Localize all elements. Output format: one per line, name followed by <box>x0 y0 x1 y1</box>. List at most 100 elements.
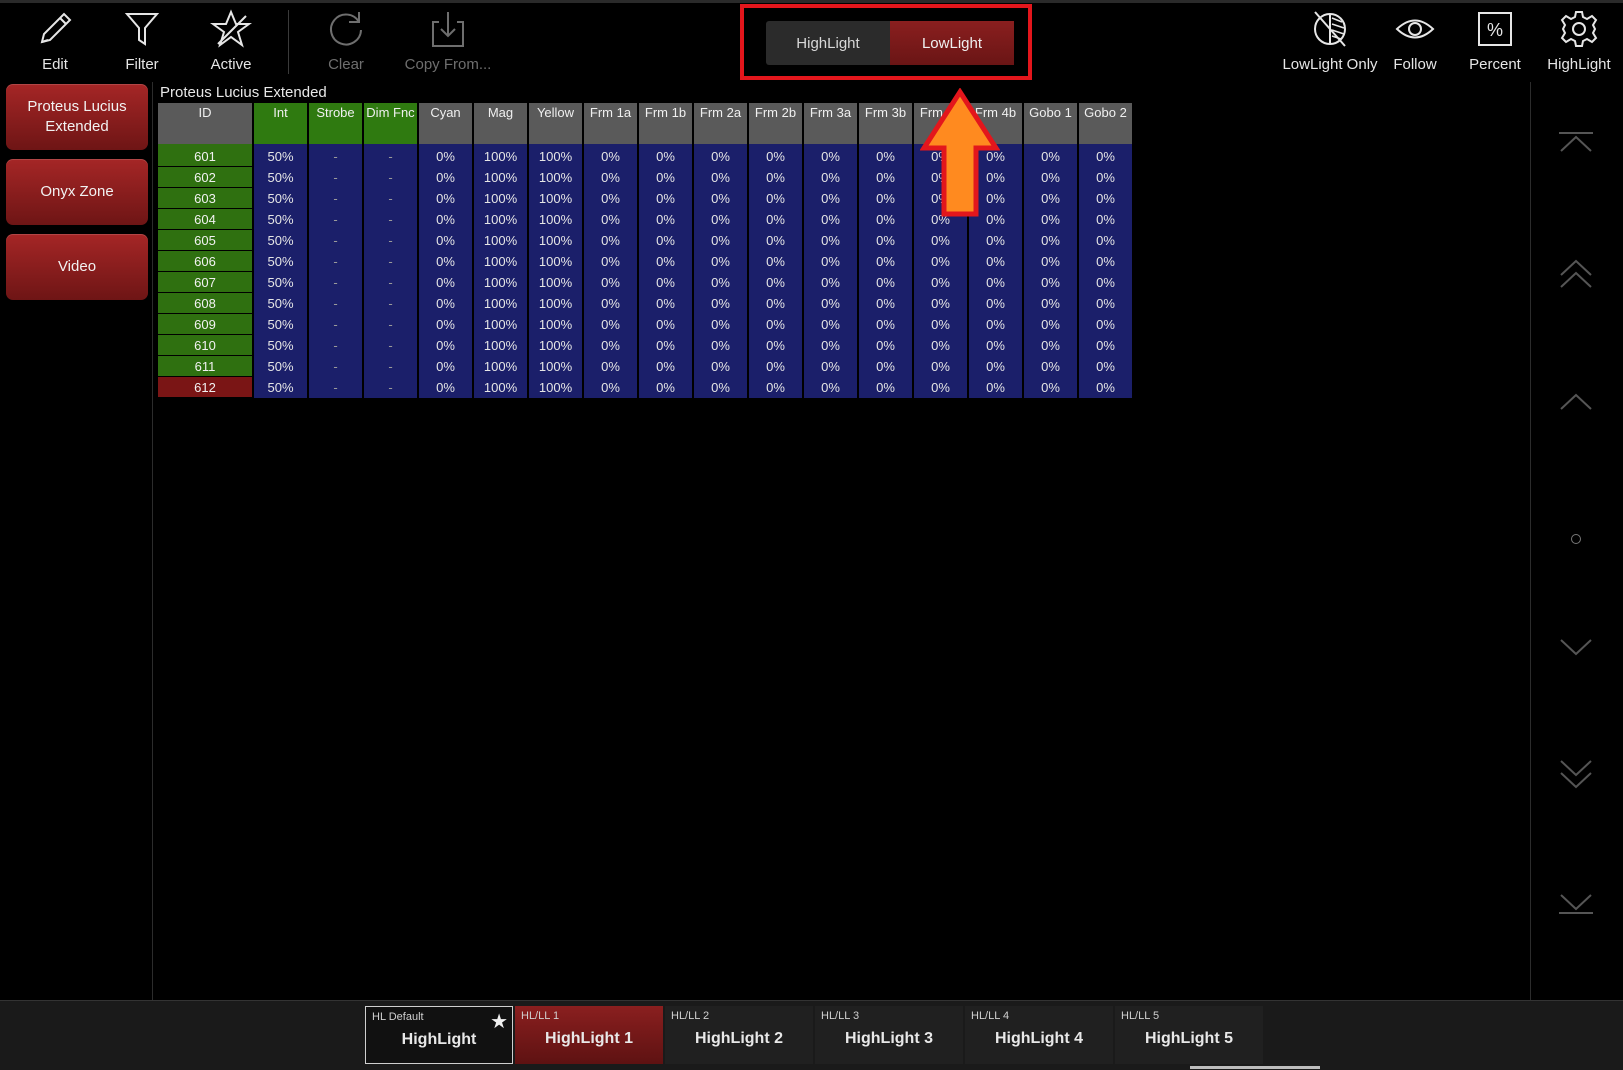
parameter-cell[interactable]: - <box>309 144 362 167</box>
parameter-cell[interactable]: 0% <box>584 251 637 272</box>
parameter-cell[interactable]: 100% <box>529 272 582 293</box>
parameter-cell[interactable]: 0% <box>694 356 747 377</box>
parameter-cell[interactable]: - <box>364 293 417 314</box>
parameter-cell[interactable]: 0% <box>914 209 967 230</box>
parameter-cell[interactable]: 50% <box>254 230 307 251</box>
parameter-cell[interactable]: 0% <box>419 314 472 335</box>
fixture-id-cell[interactable]: 608 <box>158 293 252 314</box>
preset-hl-ll-5[interactable]: HL/LL 5 HighLight 5 <box>1115 1006 1263 1064</box>
parameter-cell[interactable]: 0% <box>749 251 802 272</box>
parameter-cell[interactable]: 0% <box>749 335 802 356</box>
parameter-cell[interactable]: 0% <box>694 377 747 398</box>
parameter-cell[interactable]: 0% <box>804 167 857 188</box>
preset-hl-ll-1[interactable]: HL/LL 1 HighLight 1 <box>515 1006 663 1064</box>
parameter-cell[interactable]: 0% <box>804 377 857 398</box>
parameter-cell[interactable]: 0% <box>804 293 857 314</box>
column-header[interactable]: Dim Fnc <box>364 103 417 144</box>
highlight-settings-button[interactable]: HighLight <box>1540 8 1618 78</box>
parameter-cell[interactable]: 100% <box>529 335 582 356</box>
parameter-cell[interactable]: 0% <box>639 144 692 167</box>
edit-button[interactable]: Edit <box>10 8 100 78</box>
parameter-cell[interactable]: 0% <box>859 144 912 167</box>
parameter-cell[interactable]: 100% <box>474 188 527 209</box>
parameter-cell[interactable]: 0% <box>969 272 1022 293</box>
parameter-cell[interactable]: 0% <box>969 230 1022 251</box>
parameter-cell[interactable]: 0% <box>639 209 692 230</box>
parameter-cell[interactable]: 0% <box>639 356 692 377</box>
parameter-cell[interactable]: - <box>364 209 417 230</box>
parameter-cell[interactable]: 100% <box>529 144 582 167</box>
parameter-cell[interactable]: 100% <box>474 335 527 356</box>
parameter-cell[interactable]: 0% <box>914 356 967 377</box>
scroll-bottom-button[interactable] <box>1551 882 1601 922</box>
parameter-cell[interactable]: 0% <box>804 314 857 335</box>
parameter-cell[interactable]: 100% <box>529 293 582 314</box>
table-row[interactable]: 604 50% - -0% 100% 100% 0% 0% 0% 0% 0% 0% 0% 0% 0% 0% <box>158 209 1132 230</box>
parameter-cell[interactable]: 0% <box>1079 314 1132 335</box>
parameter-cell[interactable]: 0% <box>1079 356 1132 377</box>
parameter-cell[interactable]: 0% <box>639 293 692 314</box>
fixture-id-cell[interactable]: 606 <box>158 251 252 272</box>
parameter-cell[interactable]: 0% <box>419 272 472 293</box>
parameter-cell[interactable]: 0% <box>584 209 637 230</box>
parameter-cell[interactable]: 0% <box>419 144 472 167</box>
table-row[interactable]: 601 50% - -0% 100% 100% 0% 0% 0% 0% 0% 0% 0% 0% 0% 0% <box>158 144 1132 167</box>
parameter-cell[interactable]: 0% <box>749 272 802 293</box>
parameter-cell[interactable]: 0% <box>419 209 472 230</box>
parameter-cell[interactable]: 50% <box>254 144 307 167</box>
parameter-cell[interactable]: 0% <box>419 251 472 272</box>
parameter-cell[interactable]: 0% <box>914 314 967 335</box>
parameter-cell[interactable]: 0% <box>1024 167 1077 188</box>
parameter-cell[interactable]: 0% <box>969 167 1022 188</box>
parameter-cell[interactable]: - <box>309 188 362 209</box>
parameter-cell[interactable]: 0% <box>1024 314 1077 335</box>
parameter-cell[interactable]: 100% <box>529 356 582 377</box>
parameter-cell[interactable]: 0% <box>969 356 1022 377</box>
parameter-cell[interactable]: 50% <box>254 314 307 335</box>
parameter-cell[interactable]: 0% <box>1024 356 1077 377</box>
parameter-cell[interactable]: 0% <box>749 209 802 230</box>
sidebar-item-proteus-lucius[interactable]: Proteus Lucius Extended <box>6 84 148 150</box>
parameter-cell[interactable]: 0% <box>859 272 912 293</box>
fixture-id-cell[interactable]: 602 <box>158 167 252 188</box>
parameter-cell[interactable]: 0% <box>804 144 857 167</box>
parameter-cell[interactable]: 0% <box>639 377 692 398</box>
preset-hl-ll-4[interactable]: HL/LL 4 HighLight 4 <box>965 1006 1113 1064</box>
parameter-cell[interactable]: 0% <box>1079 251 1132 272</box>
parameter-cell[interactable]: 0% <box>1079 167 1132 188</box>
parameter-cell[interactable]: 0% <box>804 251 857 272</box>
parameter-cell[interactable]: 0% <box>749 144 802 167</box>
preset-hl-ll-2[interactable]: HL/LL 2 HighLight 2 <box>665 1006 813 1064</box>
parameter-cell[interactable]: 0% <box>419 335 472 356</box>
table-row[interactable]: 608 50% - -0% 100% 100% 0% 0% 0% 0% 0% 0% 0% 0% 0% 0% <box>158 293 1132 314</box>
parameter-cell[interactable]: 0% <box>639 167 692 188</box>
parameter-cell[interactable]: - <box>309 293 362 314</box>
lowlight-segment[interactable]: LowLight <box>890 21 1014 65</box>
parameter-cell[interactable]: 0% <box>914 251 967 272</box>
fixture-id-cell[interactable]: 610 <box>158 335 252 356</box>
parameter-cell[interactable]: 0% <box>694 293 747 314</box>
parameter-cell[interactable]: 100% <box>474 293 527 314</box>
column-header[interactable]: Frm 2b <box>749 103 802 144</box>
parameter-cell[interactable]: 0% <box>969 188 1022 209</box>
parameter-cell[interactable]: 100% <box>474 167 527 188</box>
column-header[interactable]: ID <box>158 103 252 144</box>
parameter-cell[interactable]: - <box>309 209 362 230</box>
parameter-cell[interactable]: 0% <box>1024 188 1077 209</box>
parameter-cell[interactable]: 0% <box>859 167 912 188</box>
parameter-cell[interactable]: - <box>364 272 417 293</box>
parameter-cell[interactable]: 50% <box>254 377 307 398</box>
parameter-cell[interactable]: 0% <box>969 377 1022 398</box>
parameter-cell[interactable]: 100% <box>474 377 527 398</box>
parameter-cell[interactable]: 0% <box>584 335 637 356</box>
parameter-cell[interactable]: 50% <box>254 293 307 314</box>
parameter-cell[interactable]: - <box>309 272 362 293</box>
column-header[interactable]: Frm 4a <box>914 103 967 144</box>
fixture-id-cell[interactable]: 603 <box>158 188 252 209</box>
fixture-id-cell[interactable]: 601 <box>158 144 252 167</box>
column-header[interactable]: Gobo 1 <box>1024 103 1077 144</box>
parameter-cell[interactable]: 0% <box>419 188 472 209</box>
sidebar-item-video[interactable]: Video <box>6 234 148 300</box>
parameter-cell[interactable]: 0% <box>749 356 802 377</box>
column-header[interactable]: Cyan <box>419 103 472 144</box>
